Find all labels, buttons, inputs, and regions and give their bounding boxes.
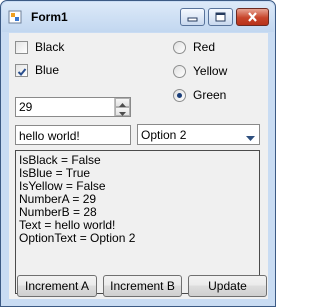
chevron-down-icon[interactable] <box>246 131 255 145</box>
increment-b-button[interactable]: Increment B <box>103 275 182 297</box>
text-input-value[interactable]: hello world! <box>19 129 80 143</box>
output-textbox[interactable]: IsBlack = False IsBlue = True IsYellow =… <box>15 150 260 294</box>
radio-green[interactable]: Green <box>173 87 226 103</box>
radio-red-label: Red <box>193 40 216 54</box>
radio-red[interactable]: Red <box>173 39 215 55</box>
numeric-updown[interactable]: 29 <box>15 97 131 117</box>
radio-yellow-label: Yellow <box>193 64 228 78</box>
window-title: Form1 <box>31 10 68 24</box>
form-client-area: Black Blue Red Yellow Green 29 hello wor… <box>9 33 268 299</box>
numeric-value[interactable]: 29 <box>19 100 32 114</box>
checkbox-black-box[interactable] <box>15 40 28 54</box>
radio-yellow[interactable]: Yellow <box>173 63 227 79</box>
minimize-icon <box>187 13 198 22</box>
checkbox-blue-box[interactable] <box>15 63 28 80</box>
checkbox-black[interactable]: Black <box>15 39 64 55</box>
close-button[interactable] <box>236 8 269 26</box>
checkbox-blue[interactable]: Blue <box>15 62 59 78</box>
form-icon <box>8 10 22 24</box>
arrow-down-icon <box>119 105 126 119</box>
check-icon <box>17 66 27 80</box>
option-combobox[interactable]: Option 2 <box>137 124 260 145</box>
maximize-icon <box>215 12 226 22</box>
radio-selected-dot <box>177 92 182 98</box>
checkbox-black-label: Black <box>35 40 65 54</box>
spin-down-button[interactable] <box>115 107 130 116</box>
close-icon <box>247 12 258 22</box>
checkbox-blue-label: Blue <box>35 63 60 77</box>
radio-green-label: Green <box>193 88 227 102</box>
minimize-button[interactable] <box>180 8 205 26</box>
radio-green-button[interactable] <box>173 88 186 102</box>
increment-a-button[interactable]: Increment A <box>17 275 97 297</box>
form-window: Form1 Black Blue Red Yellow Green 29 hel… <box>0 0 276 307</box>
maximize-button[interactable] <box>208 8 233 26</box>
title-bar[interactable]: Form1 <box>2 2 274 32</box>
radio-yellow-button[interactable] <box>173 64 186 78</box>
output-line: OptionText = Option 2 <box>19 231 136 245</box>
radio-red-button[interactable] <box>173 40 186 54</box>
text-input[interactable]: hello world! <box>15 125 131 145</box>
spin-buttons <box>114 98 130 116</box>
update-button[interactable]: Update <box>188 275 267 297</box>
combobox-selected[interactable]: Option 2 <box>141 128 186 142</box>
